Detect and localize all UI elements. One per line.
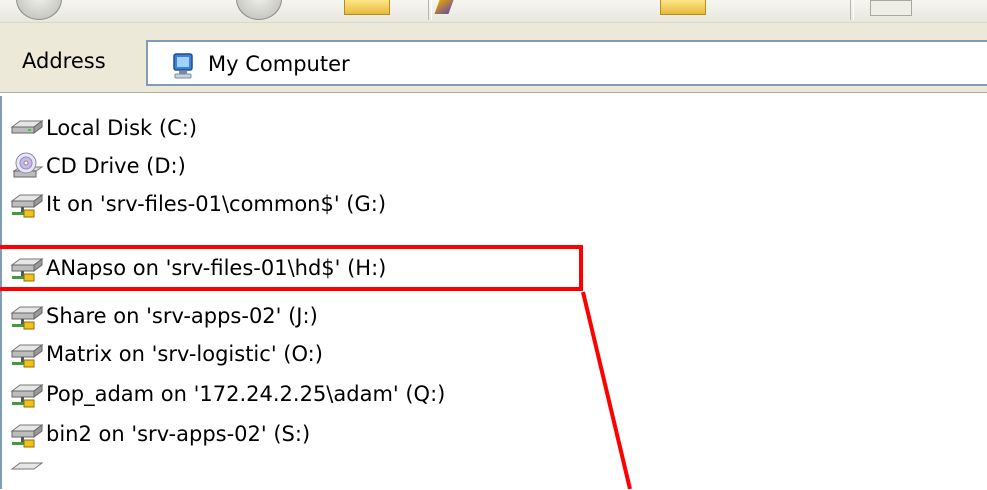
my-computer-icon (173, 53, 193, 79)
list-item-network-drive-j[interactable]: Share on 'srv-apps-02' (J:) (10, 298, 318, 334)
network-drive-icon (10, 384, 44, 408)
list-item-network-drive-s[interactable]: bin2 on 'srv-apps-02' (S:) (10, 416, 310, 452)
address-value: My Computer (208, 52, 350, 76)
list-item-network-drive-o[interactable]: Matrix on 'srv-logistic' (O:) (10, 336, 323, 372)
address-input[interactable]: My Computer (146, 40, 987, 86)
network-drive-icon (10, 344, 44, 368)
drive-label: Pop_adam on '172.24.2.25\adam' (Q:) (46, 382, 446, 406)
list-item-partial[interactable] (10, 454, 46, 490)
network-drive-icon (10, 424, 44, 448)
network-drive-icon (10, 306, 44, 330)
drive-label: Matrix on 'srv-logistic' (O:) (46, 342, 323, 366)
toolbar-separator (850, 0, 854, 20)
toolbar-separator (428, 0, 432, 20)
network-drive-icon (10, 462, 44, 470)
toolbar (0, 0, 987, 23)
drive-list: Local Disk (C:) CD Drive (D:) It on 'srv… (0, 96, 987, 489)
hard-disk-icon (10, 120, 44, 134)
drive-label: CD Drive (D:) (46, 154, 186, 178)
up-folder-icon[interactable] (344, 0, 390, 15)
drive-label: bin2 on 'srv-apps-02' (S:) (46, 422, 311, 446)
views-icon[interactable] (870, 0, 912, 16)
network-drive-icon (10, 194, 44, 218)
highlight-box (0, 245, 583, 291)
list-item-cd-drive-d[interactable]: CD Drive (D:) (10, 148, 186, 184)
address-bar: Address My Computer (0, 23, 987, 93)
back-button[interactable] (16, 0, 62, 20)
address-label: Address (22, 49, 106, 73)
search-icon[interactable] (434, 0, 454, 14)
folders-icon[interactable] (660, 0, 706, 15)
list-item-network-drive-g[interactable]: It on 'srv-files-01\common$' (G:) (10, 186, 386, 222)
forward-button[interactable] (236, 0, 282, 20)
drive-label: Share on 'srv-apps-02' (J:) (46, 304, 318, 328)
list-item-network-drive-q[interactable]: Pop_adam on '172.24.2.25\adam' (Q:) (10, 376, 445, 412)
cd-drive-icon (12, 152, 44, 178)
list-item-local-disk-c[interactable]: Local Disk (C:) (10, 110, 197, 146)
drive-label: Local Disk (C:) (46, 116, 198, 140)
drive-label: It on 'srv-files-01\common$' (G:) (46, 192, 387, 216)
